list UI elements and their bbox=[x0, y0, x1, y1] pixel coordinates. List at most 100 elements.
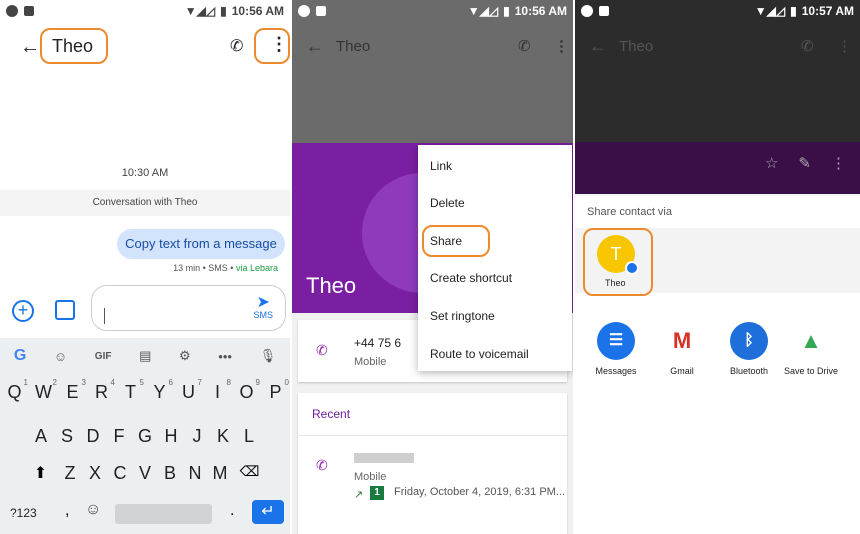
key-wrapper: E3 bbox=[58, 378, 87, 403]
key-v[interactable]: V bbox=[133, 463, 158, 484]
key-wrapper: Y6 bbox=[145, 378, 174, 403]
back-arrow-icon[interactable]: ← bbox=[20, 36, 40, 59]
phone-icon[interactable]: ✆ bbox=[518, 37, 531, 55]
key-z[interactable]: Z bbox=[58, 463, 83, 484]
share-app-drive[interactable]: ▲ Save to Drive bbox=[776, 322, 846, 376]
star-icon[interactable]: ☆ bbox=[765, 154, 778, 172]
key-d[interactable]: D bbox=[80, 426, 106, 447]
clipboard-icon[interactable]: ▤ bbox=[139, 348, 151, 364]
key-n[interactable]: N bbox=[183, 463, 208, 484]
google-icon[interactable]: G bbox=[14, 347, 26, 365]
back-arrow-icon[interactable]: ← bbox=[306, 36, 324, 57]
message-bubble[interactable]: Copy text from a message bbox=[117, 229, 285, 259]
share-app-bluetooth[interactable]: ᛒ Bluetooth bbox=[714, 322, 784, 376]
signal-icon: ▼◢◿ bbox=[467, 4, 499, 18]
status-gallery-icon bbox=[24, 6, 34, 16]
status-app-icon bbox=[581, 5, 593, 17]
contact-header bbox=[292, 22, 573, 143]
menu-set-ringtone[interactable]: Set ringtone bbox=[430, 309, 495, 323]
share-app-label: Messages bbox=[595, 366, 637, 376]
battery-icon: ▮ bbox=[790, 4, 797, 18]
contact-name: Theo bbox=[306, 273, 357, 298]
share-app-label: Gmail bbox=[670, 366, 694, 376]
emoji-key-icon[interactable]: ☺ bbox=[85, 501, 101, 519]
period-key[interactable]: . bbox=[230, 502, 234, 520]
menu-create-shortcut[interactable]: Create shortcut bbox=[430, 271, 512, 285]
key-k[interactable]: K bbox=[210, 426, 236, 447]
phone-icon[interactable]: ✆ bbox=[801, 37, 814, 55]
key-t[interactable]: T bbox=[125, 382, 136, 402]
share-app-label: Save to Drive bbox=[783, 366, 839, 376]
key-f[interactable]: F bbox=[106, 426, 132, 447]
key-p[interactable]: P bbox=[269, 382, 281, 402]
backspace-key-icon[interactable]: ⌫ bbox=[233, 463, 267, 484]
back-arrow-icon[interactable]: ← bbox=[589, 36, 607, 57]
call-icon[interactable]: ✆ bbox=[316, 342, 328, 359]
key-j[interactable]: J bbox=[184, 426, 210, 447]
add-attachment-button[interactable]: + bbox=[12, 300, 34, 322]
keyboard: G ☺ GIF ▤ ⚙ ••• 🎙 Q1W2E3R4T5Y6U7I8O9P0 A… bbox=[0, 338, 290, 534]
send-sms-label: SMS bbox=[253, 310, 273, 320]
mic-icon[interactable]: 🎙 bbox=[260, 348, 277, 364]
send-sms-button[interactable]: ➤ SMS bbox=[253, 295, 273, 321]
more-icon[interactable]: ••• bbox=[218, 349, 232, 364]
message-input[interactable]: ➤ SMS bbox=[91, 285, 286, 331]
message-meta: 13 min • SMS • via Lebara bbox=[173, 263, 278, 273]
key-x[interactable]: X bbox=[83, 463, 108, 484]
key-o[interactable]: O bbox=[239, 382, 253, 402]
key-number-hint: 6 bbox=[168, 378, 173, 387]
key-wrapper: T5 bbox=[116, 378, 145, 403]
contact-header bbox=[575, 22, 860, 142]
keyboard-row-3-keys: ZXCVBNM bbox=[58, 463, 233, 484]
comma-key[interactable]: , bbox=[65, 502, 69, 520]
key-b[interactable]: B bbox=[158, 463, 183, 484]
menu-link[interactable]: Link bbox=[430, 159, 452, 173]
phone-number: +44 75 6 bbox=[354, 336, 402, 350]
enter-key-icon[interactable]: ↵ bbox=[252, 500, 284, 524]
gallery-button[interactable] bbox=[55, 300, 75, 320]
key-number-hint: 3 bbox=[81, 378, 86, 387]
key-y[interactable]: Y bbox=[153, 382, 165, 402]
sim-badge: 1 bbox=[370, 486, 384, 500]
menu-delete[interactable]: Delete bbox=[430, 196, 465, 210]
menu-route-to-voicemail[interactable]: Route to voicemail bbox=[430, 347, 529, 361]
key-r[interactable]: R bbox=[95, 382, 108, 402]
key-e[interactable]: E bbox=[66, 382, 78, 402]
key-u[interactable]: U bbox=[182, 382, 195, 402]
space-key[interactable] bbox=[115, 504, 212, 524]
symbols-key[interactable]: ?123 bbox=[10, 506, 37, 520]
key-a[interactable]: A bbox=[28, 426, 54, 447]
key-number-hint: 9 bbox=[255, 378, 260, 387]
sticker-icon[interactable]: ☺ bbox=[54, 349, 67, 364]
key-c[interactable]: C bbox=[108, 463, 133, 484]
key-wrapper: R4 bbox=[87, 378, 116, 403]
conversation-screen: ▼◢◿ ▮ 10:56 AM ← Theo ✆ ⋮ 10:30 AM Convers… bbox=[0, 0, 290, 534]
shift-key-icon[interactable]: ⬆ bbox=[24, 463, 58, 484]
call-icon[interactable]: ✆ bbox=[316, 457, 328, 474]
gif-button[interactable]: GIF bbox=[95, 351, 112, 362]
divider bbox=[298, 435, 567, 436]
key-l[interactable]: L bbox=[236, 426, 262, 447]
more-options-icon[interactable]: ⋮ bbox=[837, 37, 852, 55]
status-time: 10:56 AM bbox=[231, 4, 284, 18]
keyboard-row-3: ⬆ ZXCVBNM ⌫ bbox=[0, 463, 290, 484]
status-app-icon bbox=[6, 5, 18, 17]
key-g[interactable]: G bbox=[132, 426, 158, 447]
settings-icon[interactable]: ⚙ bbox=[179, 348, 191, 364]
more-options-icon[interactable]: ⋮ bbox=[554, 37, 569, 55]
share-app-gmail[interactable]: M Gmail bbox=[647, 322, 717, 376]
recent-card: Recent ✆ Mobile ↗ 1 Friday, October 4, 2… bbox=[298, 393, 567, 534]
key-m[interactable]: M bbox=[208, 463, 233, 484]
key-h[interactable]: H bbox=[158, 426, 184, 447]
more-icon[interactable]: ⋮ bbox=[831, 154, 846, 172]
key-w[interactable]: W bbox=[35, 382, 52, 402]
phone-type: Mobile bbox=[354, 356, 387, 368]
share-app-messages[interactable]: ☰ Messages bbox=[581, 322, 651, 376]
phone-icon[interactable]: ✆ bbox=[230, 36, 243, 56]
key-q[interactable]: Q bbox=[7, 382, 21, 402]
key-i[interactable]: I bbox=[215, 382, 220, 402]
overflow-menu: Link Delete Share Create shortcut Set ri… bbox=[418, 145, 572, 371]
edit-icon[interactable]: ✎ bbox=[798, 154, 811, 172]
key-s[interactable]: S bbox=[54, 426, 80, 447]
banner-actions: ☆ ✎ ⋮ bbox=[765, 154, 846, 172]
